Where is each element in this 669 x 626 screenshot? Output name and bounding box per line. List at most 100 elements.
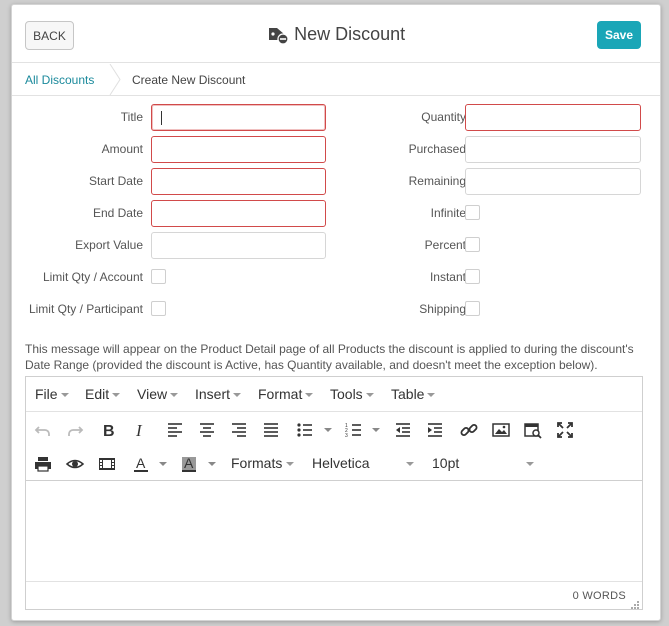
instant-row: Instant bbox=[342, 264, 662, 290]
bold-icon[interactable]: B bbox=[99, 420, 119, 440]
shipping-row: Shipping bbox=[342, 296, 662, 322]
menu-view[interactable]: View bbox=[137, 386, 179, 402]
remaining-row: Remaining bbox=[342, 168, 662, 195]
export-value-row: Export Value bbox=[12, 232, 342, 259]
end-date-row: End Date bbox=[12, 200, 342, 227]
menu-insert-label: Insert bbox=[195, 386, 231, 402]
infinite-row: Infinite bbox=[342, 200, 662, 226]
image-icon[interactable] bbox=[491, 420, 511, 440]
media-browser-icon[interactable] bbox=[523, 420, 543, 440]
menu-format[interactable]: Format bbox=[258, 386, 314, 402]
page-title: New Discount bbox=[12, 23, 660, 45]
save-button[interactable]: Save bbox=[597, 21, 641, 49]
quantity-label: Quantity bbox=[421, 110, 466, 124]
svg-text:A: A bbox=[136, 455, 146, 471]
menu-insert[interactable]: Insert bbox=[195, 386, 242, 402]
fullscreen-icon[interactable] bbox=[555, 420, 575, 440]
infinite-checkbox[interactable] bbox=[465, 205, 480, 220]
numbered-list-icon[interactable]: 123 bbox=[344, 420, 364, 440]
link-icon[interactable] bbox=[459, 420, 479, 440]
discount-message-note: This message will appear on the Product … bbox=[25, 342, 634, 372]
amount-input[interactable] bbox=[151, 136, 326, 163]
end-date-input[interactable] bbox=[151, 200, 326, 227]
instant-checkbox[interactable] bbox=[465, 269, 480, 284]
text-color-icon[interactable]: A bbox=[131, 454, 151, 474]
editor-statusbar: 0 WORDS bbox=[26, 581, 642, 609]
export-value-input[interactable] bbox=[151, 232, 326, 259]
bullet-list-dropdown-icon[interactable] bbox=[324, 428, 332, 432]
title-input[interactable] bbox=[151, 104, 326, 131]
export-value-label: Export Value bbox=[75, 238, 143, 252]
numbered-list-dropdown-icon[interactable] bbox=[372, 428, 380, 432]
text-color-dropdown-icon[interactable] bbox=[159, 462, 167, 466]
menu-tools-label: Tools bbox=[330, 386, 363, 402]
title-label: Title bbox=[120, 110, 143, 124]
indent-icon[interactable] bbox=[425, 420, 445, 440]
outdent-icon[interactable] bbox=[393, 420, 413, 440]
editor-content-area[interactable] bbox=[26, 482, 642, 582]
breadcrumb-all-discounts-link[interactable]: All Discounts bbox=[25, 73, 94, 87]
menu-view-label: View bbox=[137, 386, 168, 402]
print-icon[interactable] bbox=[33, 454, 53, 474]
start-date-label: Start Date bbox=[88, 174, 143, 188]
align-center-icon[interactable] bbox=[197, 420, 217, 440]
italic-icon[interactable]: I bbox=[131, 420, 151, 440]
menu-edit[interactable]: Edit bbox=[85, 386, 121, 402]
breadcrumb-current: Create New Discount bbox=[132, 73, 246, 87]
shipping-label: Shipping bbox=[419, 302, 466, 316]
text-caret bbox=[161, 111, 162, 125]
formats-label: Formats bbox=[231, 455, 283, 471]
undo-icon[interactable] bbox=[33, 420, 53, 440]
remaining-input[interactable] bbox=[465, 168, 641, 195]
discount-tag-icon bbox=[267, 23, 289, 45]
breadcrumb-separator-icon bbox=[108, 63, 124, 96]
bullet-list-icon[interactable] bbox=[295, 420, 315, 440]
limit-qty-participant-checkbox[interactable] bbox=[151, 301, 166, 316]
quantity-row: Quantity bbox=[342, 104, 662, 131]
editor-menubar: File Edit View Insert Format Tools Table bbox=[26, 377, 642, 412]
percent-label: Percent bbox=[424, 238, 466, 252]
menu-tools[interactable]: Tools bbox=[330, 386, 374, 402]
limit-qty-participant-row: Limit Qty / Participant bbox=[12, 296, 342, 322]
word-count: 0 WORDS bbox=[572, 590, 626, 602]
background-color-dropdown-icon[interactable] bbox=[208, 462, 216, 466]
percent-checkbox[interactable] bbox=[465, 237, 480, 252]
limit-qty-account-checkbox[interactable] bbox=[151, 269, 166, 284]
menu-file-label: File bbox=[35, 386, 58, 402]
align-justify-icon[interactable] bbox=[261, 420, 281, 440]
quantity-input[interactable] bbox=[465, 104, 641, 131]
preview-icon[interactable] bbox=[65, 454, 85, 474]
media-icon[interactable] bbox=[97, 454, 117, 474]
purchased-input[interactable] bbox=[465, 136, 641, 163]
instant-label: Instant bbox=[429, 270, 466, 284]
editor-toolbar-1: B I 123 bbox=[26, 413, 642, 447]
purchased-row: Purchased bbox=[342, 136, 662, 163]
font-size-select[interactable]: 10pt bbox=[432, 455, 534, 471]
menu-edit-label: Edit bbox=[85, 386, 110, 402]
align-right-icon[interactable] bbox=[229, 420, 249, 440]
resize-handle-icon[interactable] bbox=[631, 598, 639, 609]
formats-select[interactable]: Formats bbox=[231, 455, 295, 471]
breadcrumb: All Discounts Create New Discount bbox=[12, 63, 660, 96]
redo-icon[interactable] bbox=[65, 420, 85, 440]
background-color-icon[interactable]: A bbox=[179, 454, 199, 474]
menu-format-label: Format bbox=[258, 386, 303, 402]
menu-file[interactable]: File bbox=[35, 386, 69, 402]
modal-header: BACK New Discount Save bbox=[12, 5, 660, 63]
menu-table-label: Table bbox=[391, 386, 425, 402]
amount-row: Amount bbox=[12, 136, 342, 163]
svg-text:I: I bbox=[135, 421, 143, 440]
rich-text-editor: File Edit View Insert Format Tools Table… bbox=[25, 376, 643, 610]
title-row: Title bbox=[12, 104, 342, 131]
menu-table[interactable]: Table bbox=[391, 386, 436, 402]
limit-qty-account-label: Limit Qty / Account bbox=[42, 270, 143, 284]
infinite-label: Infinite bbox=[430, 206, 466, 220]
font-family-select[interactable]: Helvetica bbox=[312, 455, 414, 471]
editor-toolbar-2: A A Formats Helvetica 10pt bbox=[26, 447, 642, 481]
start-date-input[interactable] bbox=[151, 168, 326, 195]
percent-row: Percent bbox=[342, 232, 662, 258]
align-left-icon[interactable] bbox=[165, 420, 185, 440]
purchased-label: Purchased bbox=[408, 142, 466, 156]
font-size-value: 10pt bbox=[432, 455, 460, 471]
shipping-checkbox[interactable] bbox=[465, 301, 480, 316]
